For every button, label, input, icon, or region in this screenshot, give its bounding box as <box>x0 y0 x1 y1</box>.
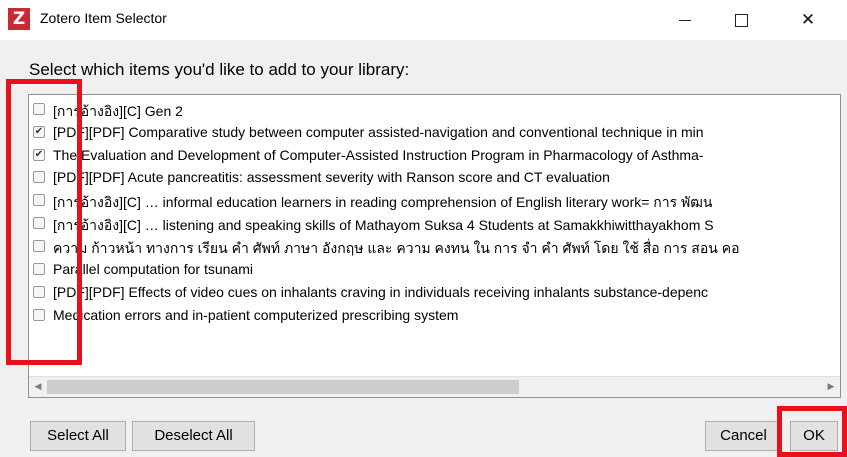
zotero-item-selector-window: Z Zotero Item Selector ✕ Select which it… <box>0 0 847 457</box>
list-item[interactable]: ความ ก้าวหน้า ทางการ เรียน คำ ศัพท์ ภาษา… <box>33 236 840 258</box>
list-item[interactable]: [PDF][PDF] Effects of video cues on inha… <box>33 282 840 304</box>
minimize-icon <box>679 19 691 21</box>
list-item[interactable]: [การอ้างอิง][C] … informal education lea… <box>33 190 840 212</box>
maximize-button[interactable] <box>713 0 769 40</box>
window-title: Zotero Item Selector <box>40 10 167 26</box>
horizontal-scrollbar[interactable]: ◀ ▶ <box>29 376 840 397</box>
checkbox-unchecked[interactable] <box>33 263 45 275</box>
list-item-label: [PDF][PDF] Acute pancreatitis: assessmen… <box>53 169 610 185</box>
scrollbar-thumb[interactable] <box>47 380 519 394</box>
checkbox-unchecked[interactable] <box>33 286 45 298</box>
checkbox-unchecked[interactable] <box>33 171 45 183</box>
title-bar[interactable]: Z Zotero Item Selector ✕ <box>0 0 847 40</box>
checkbox-unchecked[interactable] <box>33 217 45 229</box>
scroll-right-arrow-icon[interactable]: ▶ <box>822 377 840 397</box>
selection-prompt: Select which items you'd like to add to … <box>29 60 410 79</box>
ok-button[interactable]: OK <box>790 421 838 451</box>
minimize-button[interactable] <box>657 0 713 40</box>
deselect-all-button[interactable]: Deselect All <box>132 421 255 451</box>
close-button[interactable]: ✕ <box>769 0 847 40</box>
list-item[interactable]: ✔ [PDF][PDF] Comparative study between co… <box>33 122 840 144</box>
list-item-label: Medication errors and in-patient compute… <box>53 307 459 323</box>
close-icon: ✕ <box>800 10 816 30</box>
checkbox-checked[interactable]: ✔ <box>33 149 45 161</box>
item-list[interactable]: [การอ้างอิง][C] Gen 2 ✔ [PDF][PDF] Compara… <box>28 94 841 398</box>
zotero-logo-icon: Z <box>8 8 30 30</box>
list-item[interactable]: [PDF][PDF] Acute pancreatitis: assessmen… <box>33 167 840 189</box>
cancel-button[interactable]: Cancel <box>705 421 782 451</box>
list-item[interactable]: ✔ The Evaluation and Development of Compu… <box>33 145 840 167</box>
checkbox-unchecked[interactable] <box>33 103 45 115</box>
checkbox-unchecked[interactable] <box>33 194 45 206</box>
list-item-label: [การอ้างอิง][C] Gen 2 <box>53 103 183 119</box>
list-item-label: [PDF][PDF] Effects of video cues on inha… <box>53 284 708 300</box>
list-item[interactable]: [การอ้างอิง][C] … listening and speaking… <box>33 213 840 235</box>
list-item-label: ความ ก้าวหน้า ทางการ เรียน คำ ศัพท์ ภาษา… <box>53 240 740 256</box>
list-item-label: [การอ้างอิง][C] … informal education lea… <box>53 194 713 210</box>
list-item[interactable]: Medication errors and in-patient compute… <box>33 305 840 327</box>
list-item[interactable]: [การอ้างอิง][C] Gen 2 <box>33 99 840 121</box>
scroll-left-arrow-icon[interactable]: ◀ <box>29 377 47 397</box>
list-item[interactable]: Parallel computation for tsunami <box>33 259 840 281</box>
list-item-label: [PDF][PDF] Comparative study between com… <box>53 124 704 140</box>
checkbox-checked[interactable]: ✔ <box>33 126 45 138</box>
select-all-button[interactable]: Select All <box>30 421 126 451</box>
list-item-label: The Evaluation and Development of Comput… <box>53 147 704 163</box>
list-item-label: [การอ้างอิง][C] … listening and speaking… <box>53 217 714 233</box>
maximize-icon <box>734 13 748 27</box>
list-item-label: Parallel computation for tsunami <box>53 261 253 277</box>
checkbox-unchecked[interactable] <box>33 309 45 321</box>
checkbox-unchecked[interactable] <box>33 240 45 252</box>
